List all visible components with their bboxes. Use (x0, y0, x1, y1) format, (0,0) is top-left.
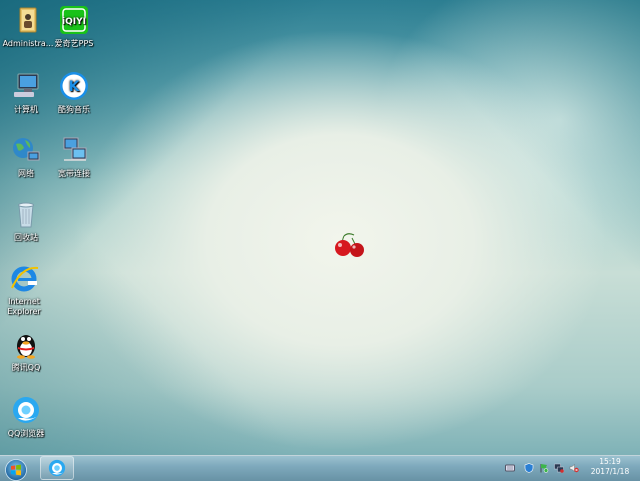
desktop-icon-internet-explorer[interactable]: Internet Explorer (0, 262, 52, 317)
qq-browser-icon (13, 397, 39, 423)
desktop-wallpaper (0, 0, 640, 455)
kugou-icon: K (60, 72, 88, 100)
security-shield-icon[interactable] (524, 463, 534, 473)
broadband-connection-icon (63, 137, 87, 161)
desktop-icon-kugou[interactable]: K 酷狗音乐 (46, 70, 102, 115)
folder-icon (19, 7, 37, 33)
desktop-icon-broadband[interactable]: 宽带连接 (46, 134, 102, 179)
volume-muted-icon[interactable] (569, 463, 579, 473)
icon-label: 爱奇艺PPS (54, 39, 94, 48)
icon-label: 酷狗音乐 (58, 105, 90, 114)
qq-browser-icon (48, 459, 66, 477)
icon-label: QQ浏览器 (7, 429, 45, 438)
taskbar-qq-browser-button[interactable] (40, 456, 74, 480)
desktop-icon-qq-browser[interactable]: QQ浏览器 (0, 394, 54, 439)
clock-time: 15:19 (599, 457, 621, 466)
recycle-bin-icon (18, 202, 34, 228)
internet-explorer-icon (11, 266, 39, 292)
icon-label: 腾讯QQ (11, 363, 41, 372)
icon-label: 回收站 (14, 233, 38, 242)
qq-penguin-icon (17, 335, 35, 359)
network-globe-icon (13, 138, 40, 161)
computer-icon (14, 73, 39, 97)
desktop-icon-iqiyi[interactable]: iQIYI 爱奇艺PPS (46, 4, 102, 49)
desktop-icon-qq[interactable]: 腾讯QQ (0, 328, 54, 373)
network-status-icon[interactable] (554, 463, 564, 473)
clock-date: 2017/1/18 (590, 467, 630, 476)
cherry-logo (335, 233, 364, 257)
desktop-icon-recycle-bin[interactable]: 回收站 (0, 198, 54, 243)
start-button[interactable] (3, 459, 29, 481)
icon-label: 宽带连接 (58, 169, 90, 178)
keyboard-icon[interactable] (505, 463, 515, 473)
svg-text:iQIYI: iQIYI (62, 17, 86, 27)
system-clock[interactable]: 15:19 2017/1/18 (584, 457, 636, 477)
action-center-flag-icon[interactable] (539, 463, 549, 473)
iqiyi-icon: iQIYI (60, 6, 88, 34)
icon-label: Internet Explorer (7, 297, 41, 316)
svg-text:K: K (69, 79, 81, 95)
